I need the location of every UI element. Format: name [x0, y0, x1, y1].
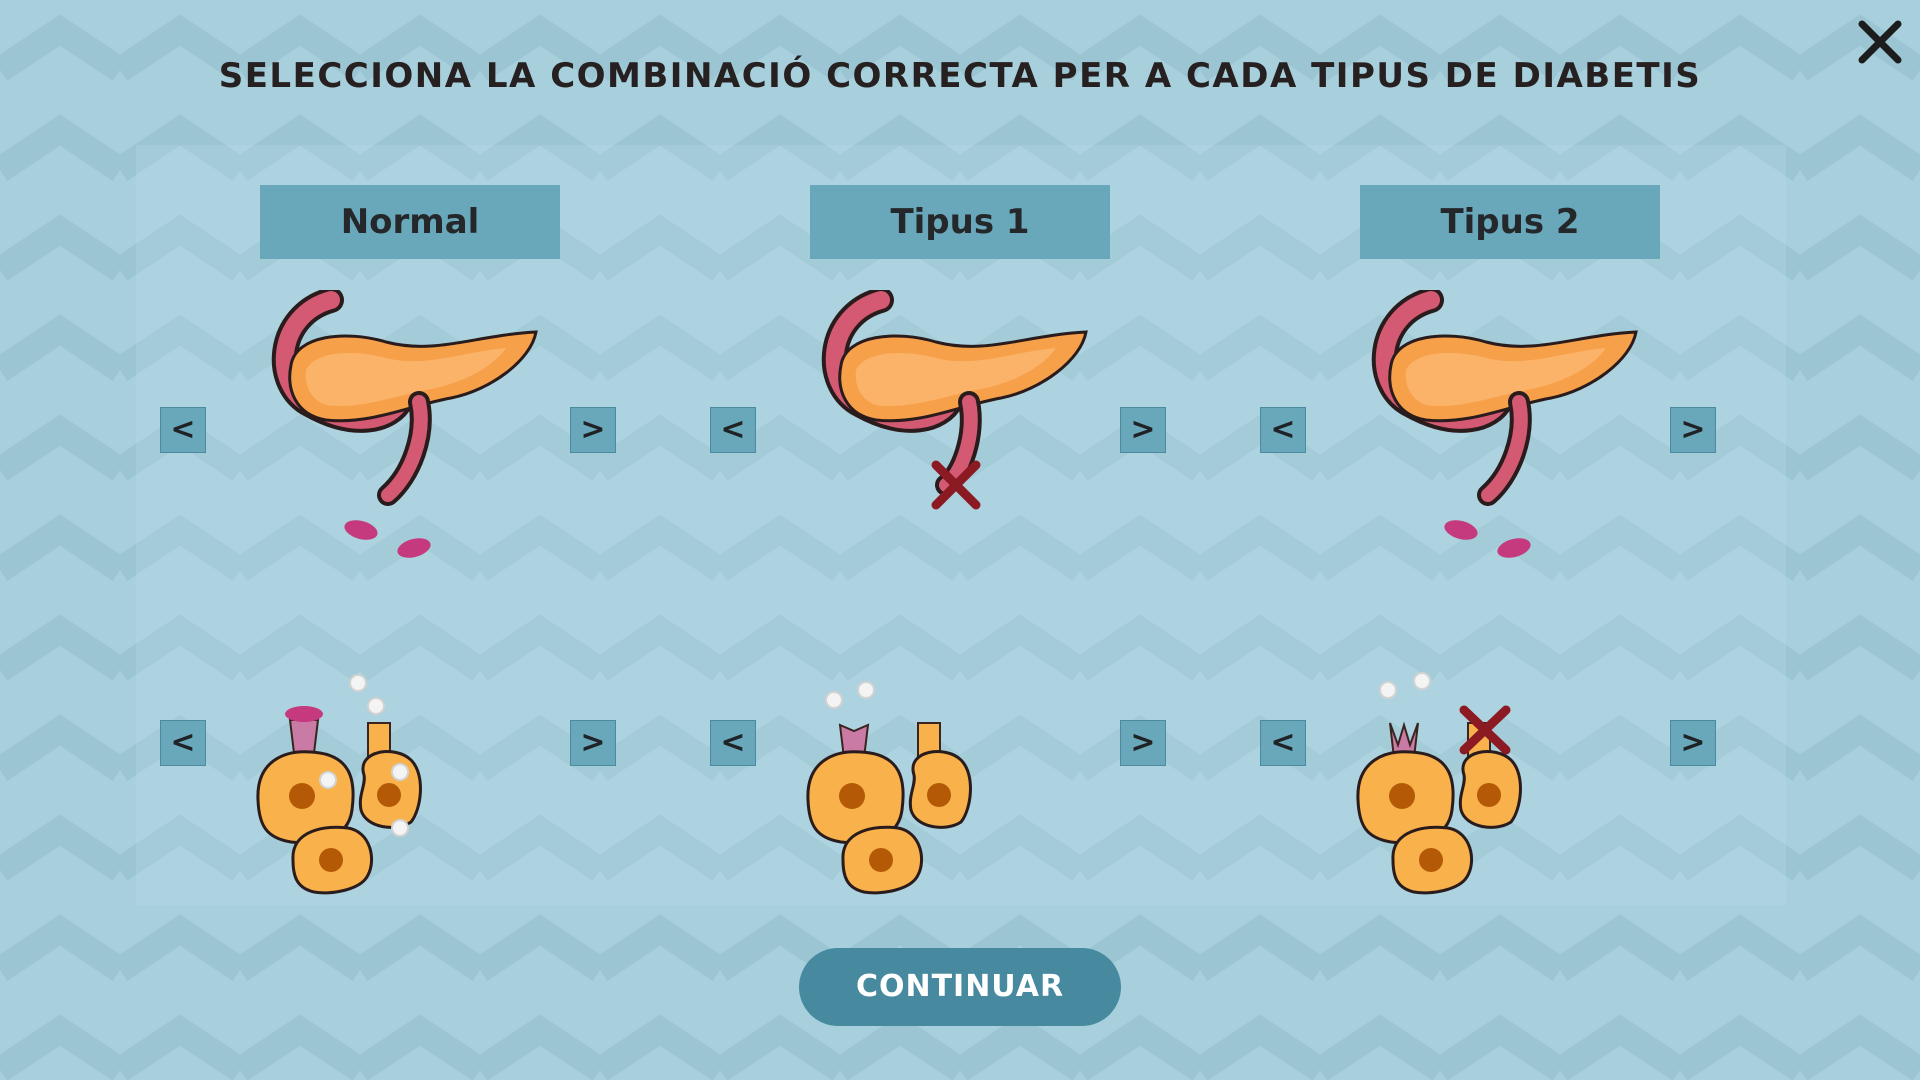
- column-header: Normal: [260, 185, 560, 259]
- cells-illustration: [806, 681, 972, 895]
- cells-prev-button[interactable]: <: [1260, 720, 1306, 766]
- column-header: Tipus 1: [810, 185, 1110, 259]
- cells-prev-button[interactable]: <: [160, 720, 206, 766]
- close-icon: [1858, 20, 1902, 64]
- pancreas-next-button[interactable]: >: [570, 407, 616, 453]
- insulin-icon: [344, 520, 431, 558]
- continue-button[interactable]: CONTINUAR: [799, 948, 1121, 1026]
- pancreas-illustration: [271, 290, 538, 558]
- page-title: SELECCIONA LA COMBINACIÓ CORRECTA PER A …: [218, 56, 1702, 96]
- column-tipus-1: Tipus 1 < > < >: [686, 145, 1236, 905]
- pancreas-next-button[interactable]: >: [1670, 407, 1716, 453]
- glucose-icon: [1379, 672, 1431, 699]
- pancreas-icon: [1371, 290, 1638, 506]
- cells-illustration: [256, 674, 422, 895]
- column-header: Tipus 2: [1360, 185, 1660, 259]
- pancreas-next-button[interactable]: >: [1120, 407, 1166, 453]
- cells-next-button[interactable]: >: [1120, 720, 1166, 766]
- column-normal: Normal < > < >: [136, 145, 686, 905]
- cells-illustration: [1356, 672, 1522, 895]
- glucose-icon: [825, 681, 875, 709]
- glucose-icon: [349, 674, 385, 715]
- pancreas-illustration: [1371, 290, 1638, 558]
- cells-next-button[interactable]: >: [570, 720, 616, 766]
- pancreas-icon: [271, 290, 538, 506]
- cells-next-button[interactable]: >: [1670, 720, 1716, 766]
- cell-icon: [806, 750, 972, 895]
- pancreas-prev-button[interactable]: <: [710, 407, 756, 453]
- column-tipus-2: Tipus 2 < > < >: [1236, 145, 1786, 905]
- insulin-icon: [1444, 520, 1531, 558]
- pancreas-prev-button[interactable]: <: [1260, 407, 1306, 453]
- pancreas-illustration: [821, 290, 1088, 510]
- pancreas-prev-button[interactable]: <: [160, 407, 206, 453]
- cells-prev-button[interactable]: <: [710, 720, 756, 766]
- close-button[interactable]: [1854, 16, 1906, 68]
- pancreas-icon: [821, 290, 1088, 496]
- cell-icon: [1356, 750, 1522, 895]
